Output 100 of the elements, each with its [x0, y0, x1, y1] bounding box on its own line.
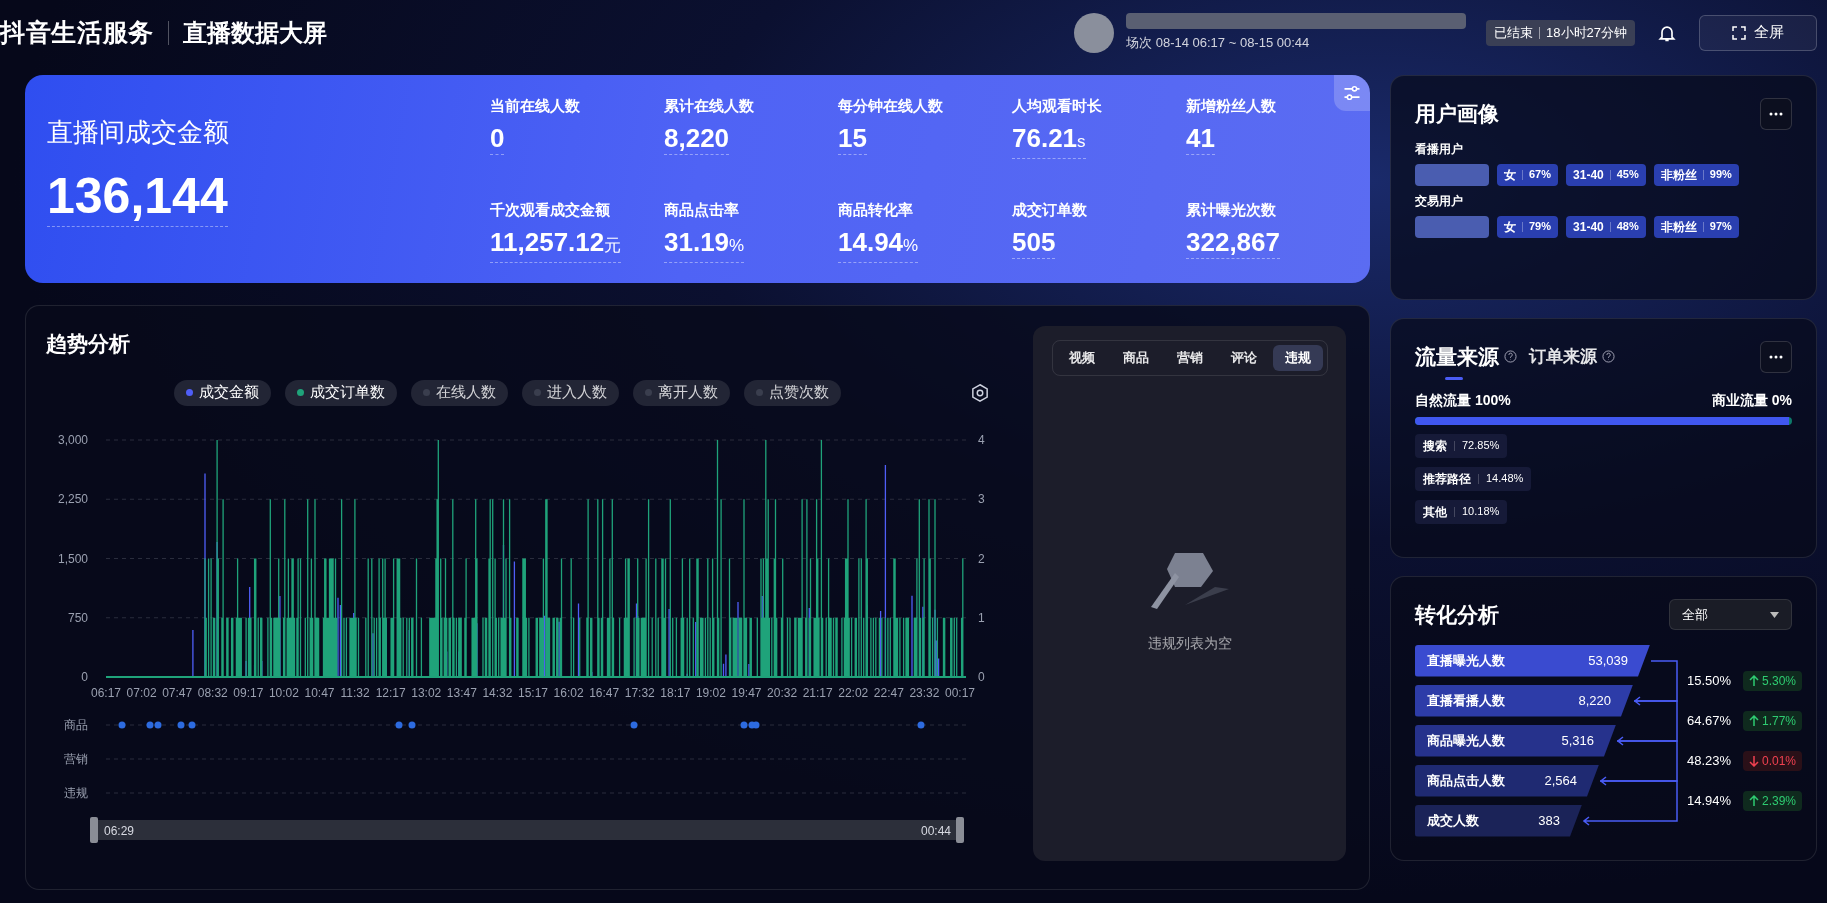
axis-label: 10:47	[304, 685, 335, 700]
change-badge: 1.77%	[1743, 711, 1803, 731]
brand-title: 抖音生活服务	[0, 16, 154, 48]
metric-value: 0	[490, 121, 505, 155]
legend-toggle[interactable]: 进入人数	[522, 379, 619, 406]
change-badge: 5.30%	[1743, 671, 1803, 691]
tab[interactable]: 订单来源	[1529, 341, 1615, 377]
metric-label: 商品转化率	[838, 200, 913, 220]
metric-value: 8,220	[664, 121, 730, 155]
tab[interactable]: 违规	[1272, 345, 1323, 371]
metric-label: 当前在线人数	[490, 96, 580, 116]
tag-value: 97%	[1709, 219, 1732, 235]
stage-label: 成交人数	[1427, 811, 1479, 830]
metric-label: 累计曝光次数	[1186, 200, 1276, 220]
source-label: 搜索	[1423, 437, 1447, 455]
tag-label: 31-40	[1573, 166, 1604, 184]
sliders-icon	[1342, 83, 1362, 103]
metric-label: 成交订单数	[1012, 200, 1087, 220]
source-label: 推荐路径	[1423, 470, 1471, 488]
caret-icon	[1770, 611, 1779, 618]
tab[interactable]: 评论	[1218, 345, 1269, 371]
tag-value: 99%	[1709, 167, 1732, 183]
tag-label: 女	[1504, 166, 1516, 184]
axis-label: 1,500	[57, 551, 88, 565]
conversion-rate: 14.94%	[1687, 792, 1731, 811]
tag-label: 女	[1504, 218, 1516, 236]
stage-label: 直播看播人数	[1427, 691, 1505, 710]
conversion-rate: 48.23%	[1687, 752, 1731, 771]
panel-title: 趋势分析	[46, 331, 131, 357]
axis-label: 0	[978, 669, 985, 684]
filter-dropdown[interactable]: 全部	[1669, 599, 1792, 631]
metric-label: 商品点击率	[664, 200, 739, 220]
tab[interactable]: 流量来源	[1415, 341, 1517, 380]
legend-toggle[interactable]: 离开人数	[633, 379, 730, 406]
panel-title: 转化分析	[1415, 602, 1499, 628]
stage-value: 5,316	[1561, 731, 1594, 750]
help-icon	[1602, 350, 1615, 364]
tag-label: 非粉丝	[1660, 166, 1697, 184]
duration-text: 18小时27分钟	[1546, 23, 1627, 42]
panel-title: 用户画像	[1415, 102, 1499, 125]
up-arrow-icon	[1749, 715, 1759, 727]
axis-label: 07:02	[126, 685, 157, 700]
tab[interactable]: 营销	[1164, 345, 1215, 371]
group-label: 看播用户	[1415, 140, 1464, 158]
stage-value: 2,564	[1544, 771, 1577, 790]
kpi-main-label: 直播间成交金额	[47, 116, 230, 149]
down-arrow-icon	[1749, 755, 1759, 767]
axis-label: 13:47	[446, 685, 477, 700]
legend-toggle[interactable]: 在线人数	[411, 379, 508, 406]
tab[interactable]: 商品	[1110, 345, 1161, 371]
axis-label: 22:47	[873, 685, 904, 700]
tag-label: 非粉丝	[1660, 218, 1697, 236]
source-value: 10.18%	[1462, 504, 1500, 520]
paid-traffic-label: 商业流量 0%	[1711, 390, 1792, 410]
axis-label: 19:02	[695, 685, 726, 700]
axis-label: 2	[978, 551, 985, 565]
source-value: 72.85%	[1462, 438, 1500, 454]
more-button[interactable]	[1760, 341, 1792, 373]
legend-toggle[interactable]: 点赞次数	[744, 379, 841, 406]
filter-settings-button[interactable]	[1334, 75, 1370, 111]
axis-label: 12:17	[375, 685, 406, 700]
tag-value: 67%	[1529, 167, 1552, 183]
range-end-label: 00:44	[920, 823, 951, 838]
fullscreen-button[interactable]: 全屏	[1699, 14, 1817, 51]
metric-value: 15	[838, 121, 867, 155]
axis-label: 19:47	[731, 685, 762, 700]
page-title: 直播数据大屏	[182, 17, 327, 48]
axis-label: 20:32	[767, 685, 798, 700]
axis-label: 750	[67, 610, 88, 625]
stage-label: 商品点击人数	[1427, 771, 1505, 790]
axis-label: 23:32	[909, 685, 940, 700]
natural-traffic-label: 自然流量 100%	[1415, 390, 1511, 410]
range-start-label: 06:29	[104, 823, 135, 838]
stage-label: 直播曝光人数	[1427, 651, 1505, 670]
metric-value: 14.94%	[838, 225, 919, 263]
settings-icon[interactable]	[969, 381, 991, 404]
empty-message: 违规列表为空	[1147, 634, 1232, 653]
metric-value: 11,257.12元	[490, 225, 622, 263]
legend-toggle[interactable]: 成交订单数	[285, 379, 397, 406]
legend-toggle[interactable]: 成交金额	[174, 379, 271, 406]
tag-label: 31-40	[1573, 218, 1604, 236]
tag-value: 79%	[1529, 219, 1552, 235]
axis-label: 13:02	[411, 685, 442, 700]
metric-value: 505	[1012, 225, 1056, 259]
more-button[interactable]	[1760, 98, 1792, 130]
row-label: 违规	[64, 785, 88, 800]
range-handle	[90, 816, 98, 843]
row-label: 商品	[64, 717, 88, 732]
metric-value: 41	[1186, 121, 1215, 155]
stage-value: 53,039	[1588, 651, 1628, 670]
tab[interactable]: 视频	[1056, 345, 1107, 371]
axis-label: 21:17	[802, 685, 833, 700]
axis-label: 09:17	[233, 685, 264, 700]
axis-label: 1	[978, 610, 985, 625]
axis-label: 16:02	[553, 685, 584, 700]
kpi-main-value: 136,144	[47, 166, 228, 227]
status-text: 已结束	[1494, 23, 1534, 42]
row-label: 营销	[64, 751, 88, 766]
axis-label: 22:02	[838, 685, 869, 700]
metric-label: 累计在线人数	[664, 96, 754, 116]
